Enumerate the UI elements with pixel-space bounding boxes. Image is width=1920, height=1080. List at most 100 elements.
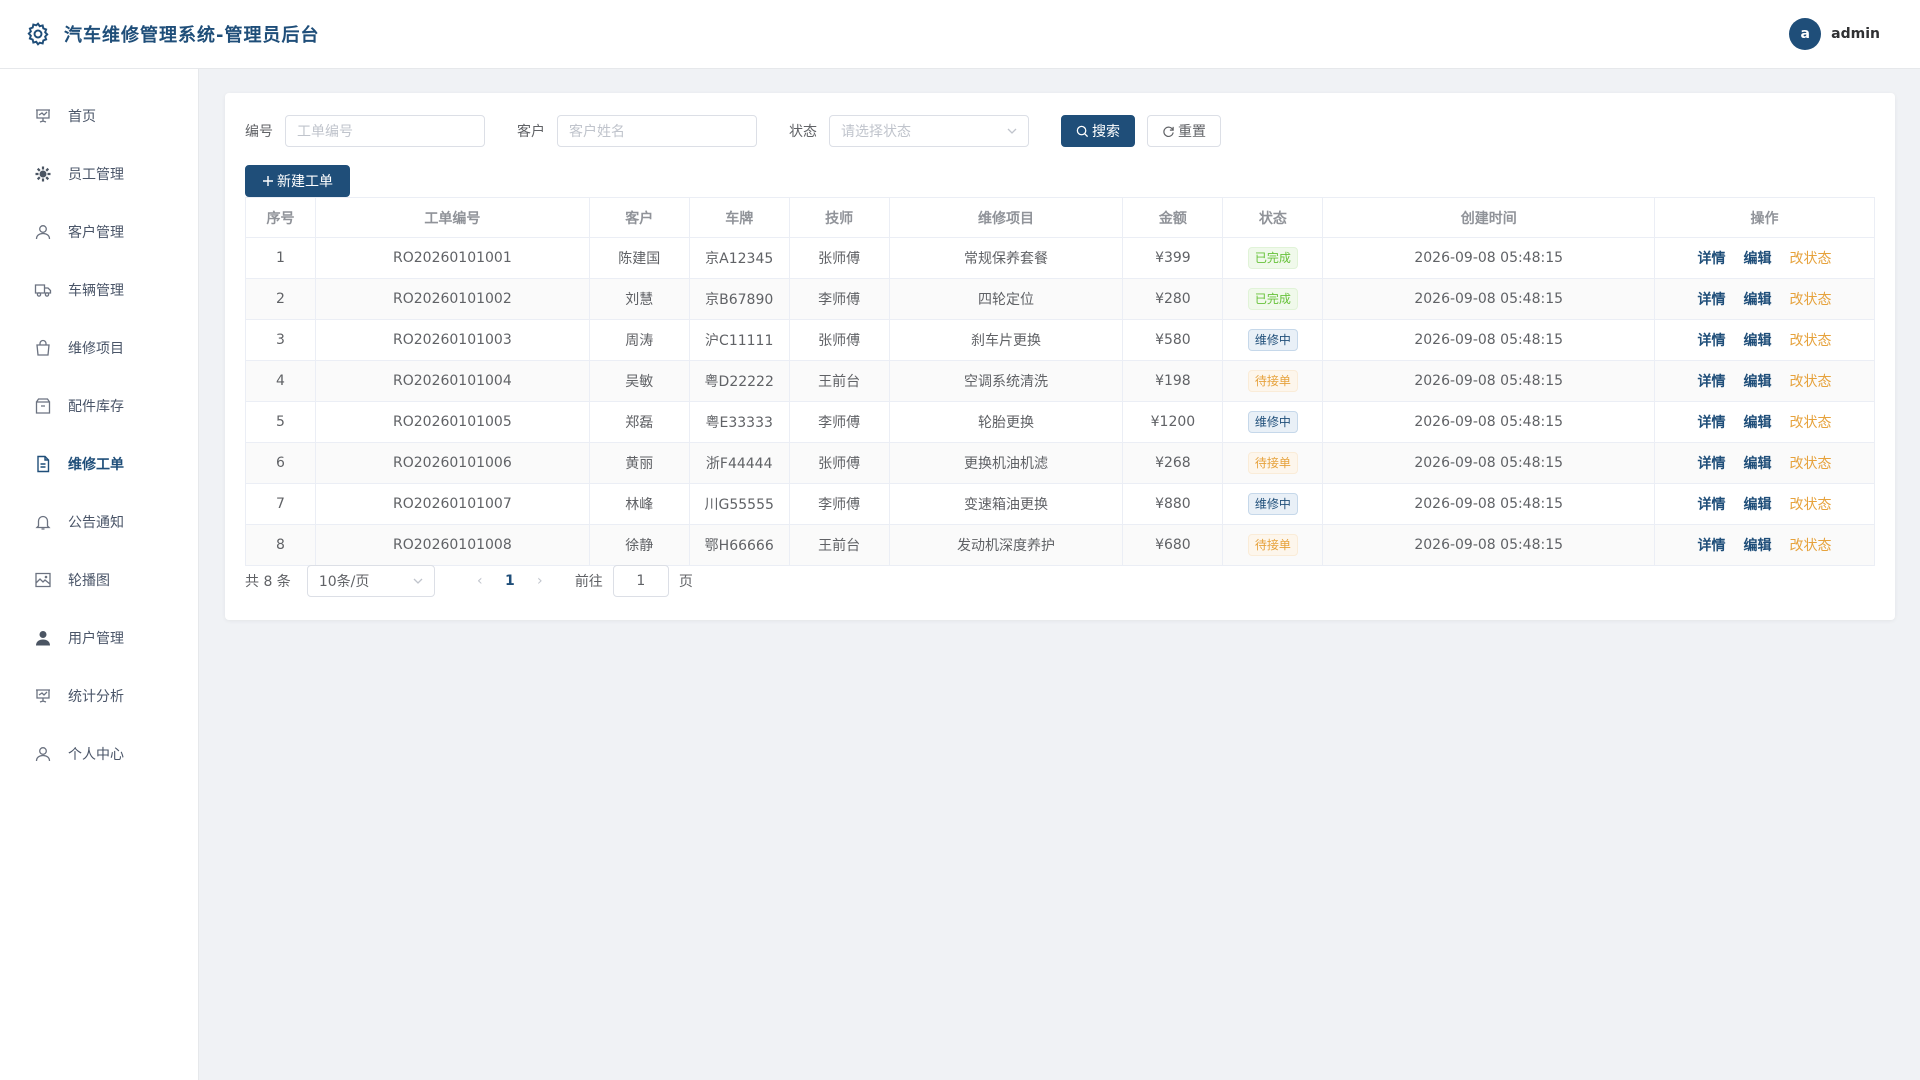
edit-link[interactable]: 编辑 [1744,456,1772,472]
cell-tech: 王前台 [789,524,890,566]
cell-code: RO20260101007 [315,483,590,525]
change-status-link[interactable]: 改状态 [1790,456,1832,472]
column-header: 序号 [245,197,316,238]
change-status-link[interactable]: 改状态 [1790,374,1832,390]
sidebar-item-1[interactable]: 员工管理 [0,145,198,203]
sidebar-item-5[interactable]: 配件库存 [0,377,198,435]
sidebar-item-2[interactable]: 客户管理 [0,203,198,261]
sidebar-item-10[interactable]: 统计分析 [0,667,198,725]
change-status-link[interactable]: 改状态 [1790,415,1832,431]
column-header: 维修项目 [889,197,1124,238]
goto-label: 前往 [574,574,603,590]
edit-link[interactable]: 编辑 [1744,333,1772,349]
search-icon [1076,125,1089,138]
cell-amount: ¥198 [1122,360,1224,402]
detail-link[interactable]: 详情 [1698,497,1726,513]
change-status-link[interactable]: 改状态 [1790,497,1832,513]
cell-tech: 张师傅 [789,237,890,279]
cell-no: 6 [245,442,316,484]
cell-item: 常规保养套餐 [889,237,1124,279]
sidebar-item-11[interactable]: 个人中心 [0,725,198,783]
page-number[interactable]: 1 [495,573,525,589]
page-size-select[interactable]: 10条/页 [306,565,435,597]
change-status-link[interactable]: 改状态 [1790,538,1832,554]
table-row: 2 RO20260101002 刘慧 京B67890 李师傅 四轮定位 ¥280 已完成 202… [245,278,1875,320]
column-header: 客户 [589,197,690,238]
cell-actions: 详情 编辑 改状态 [1654,360,1875,402]
cell-status: 已完成 [1222,278,1324,320]
person-icon [34,745,52,763]
cell-plate: 川G55555 [689,483,790,525]
picture-icon [34,571,52,589]
sidebar-item-4[interactable]: 维修项目 [0,319,198,377]
new-order-button[interactable]: 新建工单 [245,165,350,197]
sidebar-item-label: 轮播图 [68,573,110,589]
cell-amount: ¥580 [1122,319,1224,361]
detail-link[interactable]: 详情 [1698,415,1726,431]
goto-page-input[interactable]: 1 [612,565,669,597]
detail-link[interactable]: 详情 [1698,333,1726,349]
cell-plate: 京B67890 [689,278,790,320]
cell-tech: 李师傅 [789,278,890,320]
sidebar-item-8[interactable]: 轮播图 [0,551,198,609]
sidebar-item-label: 维修项目 [68,341,124,357]
sidebar-item-6[interactable]: 维修工单 [0,435,198,493]
change-status-link[interactable]: 改状态 [1790,333,1832,349]
detail-link[interactable]: 详情 [1698,251,1726,267]
cell-customer: 林峰 [589,483,690,525]
cell-actions: 详情 编辑 改状态 [1654,483,1875,525]
cell-code: RO20260101006 [315,442,590,484]
cell-created: 2026-09-08 05:48:15 [1322,483,1656,525]
status-badge: 已完成 [1247,247,1298,269]
sidebar: 首页员工管理 客户管理 车辆管理维修项目配件库存 维修工单 公告通知轮播图用户管理 统计分… [0,69,199,1080]
sidebar-item-3[interactable]: 车辆管理 [0,261,198,319]
cell-created: 2026-09-08 05:48:15 [1322,401,1656,443]
user-menu[interactable]: a admin [1789,18,1880,50]
cell-status: 维修中 [1222,483,1324,525]
customer-input[interactable]: 客户姓名 [557,115,757,147]
cell-created: 2026-09-08 05:48:15 [1322,237,1656,279]
detail-link[interactable]: 详情 [1698,456,1726,472]
edit-link[interactable]: 编辑 [1744,292,1772,308]
cell-status: 待接单 [1222,442,1324,484]
status-badge: 待接单 [1247,534,1298,556]
sidebar-item-7[interactable]: 公告通知 [0,493,198,551]
edit-link[interactable]: 编辑 [1744,415,1772,431]
detail-link[interactable]: 详情 [1698,374,1726,390]
cell-actions: 详情 编辑 改状态 [1654,442,1875,484]
detail-link[interactable]: 详情 [1698,292,1726,308]
plus-icon [262,175,274,187]
status-select[interactable]: 请选择状态 [829,115,1029,147]
edit-link[interactable]: 编辑 [1744,497,1772,513]
search-button[interactable]: 搜索 [1061,115,1135,147]
edit-link[interactable]: 编辑 [1744,538,1772,554]
cell-amount: ¥280 [1122,278,1224,320]
avatar[interactable]: a [1789,18,1822,50]
pagination-total: 共 8 条 [245,574,291,590]
brand: 汽车维修管理系统-管理员后台 [24,20,319,48]
sidebar-item-9[interactable]: 用户管理 [0,609,198,667]
cell-customer: 郑磊 [589,401,690,443]
cell-tech: 李师傅 [789,483,890,525]
reset-button[interactable]: 重置 [1147,115,1221,147]
next-page-icon[interactable]: › [525,573,555,589]
sidebar-item-0[interactable]: 首页 [0,87,198,145]
new-order-label: 新建工单 [277,174,333,190]
detail-link[interactable]: 详情 [1698,538,1726,554]
edit-link[interactable]: 编辑 [1744,374,1772,390]
cell-code: RO20260101004 [315,360,590,402]
column-header: 创建时间 [1322,197,1656,238]
edit-link[interactable]: 编辑 [1744,251,1772,267]
box-icon [34,397,52,415]
change-status-link[interactable]: 改状态 [1790,292,1832,308]
cell-status: 待接单 [1222,524,1324,566]
cell-tech: 李师傅 [789,401,890,443]
status-badge: 已完成 [1247,288,1298,310]
change-status-link[interactable]: 改状态 [1790,251,1832,267]
sidebar-item-label: 首页 [68,109,96,125]
code-input[interactable]: 工单编号 [285,115,485,147]
cell-code: RO20260101003 [315,319,590,361]
prev-page-icon[interactable]: ‹ [465,573,495,589]
username[interactable]: admin [1831,26,1880,42]
cell-amount: ¥880 [1122,483,1224,525]
